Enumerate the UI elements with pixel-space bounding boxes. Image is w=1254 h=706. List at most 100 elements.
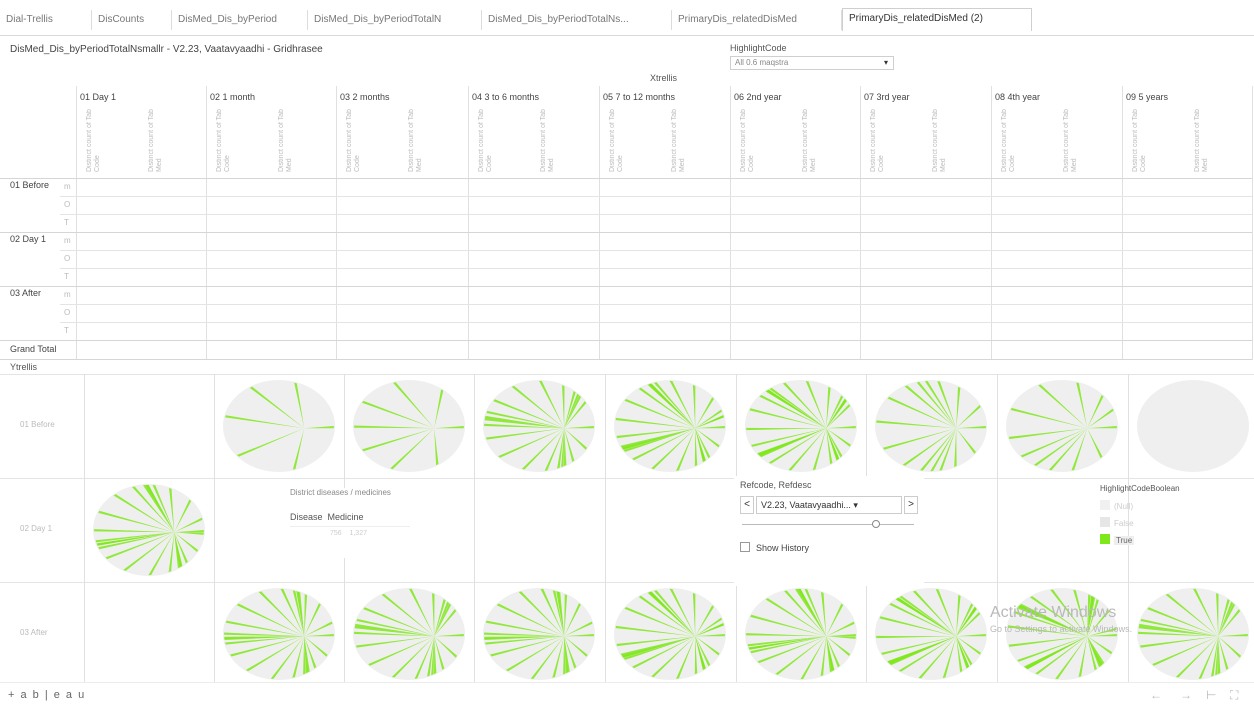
measure-header: Distinct count of Tab Med	[671, 109, 686, 172]
column-header[interactable]: 07 3rd year	[864, 92, 910, 102]
trellis-row-divider	[0, 582, 1254, 583]
legend: HighlightCodeBoolean (Null) False True	[1100, 484, 1240, 545]
trellis-column-divider	[214, 374, 215, 686]
tableau-logo[interactable]: + a b | e a u	[8, 689, 86, 701]
column-header[interactable]: 04 3 to 6 months	[472, 92, 539, 102]
refcode-value: V2.23, Vaatavyaadhi...	[761, 500, 851, 510]
pie-background	[1006, 588, 1118, 680]
measure-header: Distinct count of Tab Code	[216, 109, 231, 172]
watermark-line2: Go to Settings to activate Windows.	[990, 624, 1133, 634]
measure-header: Distinct count of Tab Med	[278, 109, 293, 172]
pie-chart[interactable]	[1004, 378, 1120, 474]
column-header[interactable]: 03 2 months	[340, 92, 390, 102]
tab-4[interactable]: DisMed_Dis_byPeriodTotalNs...	[482, 10, 672, 30]
trellis-row-label: 01 Before	[20, 420, 55, 429]
undo-icon[interactable]: ←	[1150, 688, 1162, 702]
column-header[interactable]: 09 5 years	[1126, 92, 1168, 102]
highlight-value: All 0.6 maqstra	[735, 58, 789, 67]
watermark-line1: Activate Windows	[990, 604, 1117, 621]
row-sub-label: O	[64, 200, 71, 209]
column-divider	[730, 86, 731, 360]
trellis-column-divider	[605, 374, 606, 686]
legend-item[interactable]: True	[1100, 534, 1240, 545]
pie-chart[interactable]	[1135, 378, 1251, 474]
measure-header: Distinct count of Tab Med	[802, 109, 817, 172]
pie-chart[interactable]	[91, 482, 207, 578]
tab-6[interactable]: PrimaryDis_relatedDisMed (2)	[842, 8, 1032, 31]
tab-5[interactable]: PrimaryDis_relatedDisMed	[672, 10, 842, 30]
prev-button[interactable]: <	[740, 496, 754, 514]
row-divider	[60, 214, 1252, 215]
tab-3[interactable]: DisMed_Dis_byPeriodTotalN	[308, 10, 482, 30]
refcode-select[interactable]: V2.23, Vaatavyaadhi... ▾	[756, 496, 902, 514]
column-header[interactable]: 01 Day 1	[80, 92, 116, 102]
pie-chart[interactable]	[351, 378, 467, 474]
column-divider	[599, 86, 600, 360]
row-divider	[60, 268, 1252, 269]
column-divider	[1252, 86, 1253, 360]
tab-2[interactable]: DisMed_Dis_byPeriod	[172, 10, 308, 30]
xtrellis-label: Xtrellis	[650, 73, 678, 83]
next-button[interactable]: >	[904, 496, 918, 514]
column-divider	[206, 86, 207, 360]
row-divider	[60, 322, 1252, 323]
measure-header: Distinct count of Tab Med	[540, 109, 555, 172]
column-header[interactable]: 05 7 to 12 months	[603, 92, 675, 102]
revert-icon[interactable]: ⊢	[1206, 688, 1216, 702]
footer-toolbar: + a b | e a u ← → ⊢ ⛶	[0, 682, 1254, 706]
trellis-row-divider	[0, 374, 1254, 375]
pie-chart[interactable]	[612, 378, 728, 474]
measure-header: Distinct count of Tab Med	[408, 109, 423, 172]
measure-header: Distinct count of Tab Med	[148, 109, 163, 172]
show-history-label: Show History	[756, 543, 810, 553]
refcode-label: Refcode, Refdesc	[740, 480, 812, 490]
pie-chart[interactable]	[743, 378, 859, 474]
pie-chart[interactable]	[1135, 586, 1251, 682]
tab-1[interactable]: DisCounts	[92, 10, 172, 30]
column-header[interactable]: 02 1 month	[210, 92, 255, 102]
pie-chart[interactable]	[481, 378, 597, 474]
column-header[interactable]: 06 2nd year	[734, 92, 782, 102]
sheet-tabs: Dial-Trellis DisCounts DisMed_Dis_byPeriod…	[0, 0, 1254, 36]
pie-chart[interactable]	[873, 378, 989, 474]
chevron-down-icon: ▾	[853, 500, 858, 510]
pie-chart[interactable]	[1004, 586, 1120, 682]
measure-header: Distinct count of Tab Med	[932, 109, 947, 172]
pie-chart[interactable]	[351, 586, 467, 682]
highlight-label: HighlightCode	[730, 43, 787, 53]
chevron-down-icon: ▾	[883, 58, 888, 67]
pie-chart[interactable]	[481, 586, 597, 682]
row-group-label: 01 Before	[10, 180, 50, 190]
column-header[interactable]: 08 4th year	[995, 92, 1040, 102]
row-group-divider	[0, 232, 1252, 233]
trellis-row-divider	[0, 478, 1254, 479]
tab-0[interactable]: Dial-Trellis	[0, 10, 92, 30]
legend-item[interactable]: (Null)	[1100, 500, 1240, 511]
legend-swatch	[1100, 534, 1110, 544]
windows-watermark: Activate Windows Go to Settings to activ…	[990, 604, 1132, 634]
fullscreen-icon[interactable]: ⛶	[1230, 688, 1238, 703]
row-group-divider	[0, 359, 1252, 360]
pie-background	[614, 380, 726, 472]
refcode-slider-track[interactable]	[742, 524, 914, 525]
measure-header: Distinct count of Tab Code	[478, 109, 493, 172]
trellis-column-divider	[997, 374, 998, 686]
pie-chart[interactable]	[221, 378, 337, 474]
pie-background	[1006, 380, 1118, 472]
legend-swatch	[1100, 500, 1110, 510]
trellis-row-label: 03 After	[20, 628, 48, 637]
pie-chart[interactable]	[873, 586, 989, 682]
checkbox[interactable]	[740, 542, 750, 552]
redo-icon[interactable]: →	[1180, 688, 1192, 702]
refcode-slider-handle[interactable]	[872, 520, 880, 528]
legend-item[interactable]: False	[1100, 517, 1240, 528]
pie-chart[interactable]	[612, 586, 728, 682]
pie-chart[interactable]	[221, 586, 337, 682]
highlight-select[interactable]: All 0.6 maqstra ▾	[730, 56, 894, 70]
trellis-column-divider	[84, 374, 85, 686]
measure-header: Distinct count of Tab Code	[1132, 109, 1147, 172]
row-sub-label: m	[64, 290, 71, 299]
pie-chart[interactable]	[743, 586, 859, 682]
show-history-toggle[interactable]: Show History	[740, 542, 809, 553]
measure-header: Distinct count of Tab Code	[86, 109, 101, 172]
